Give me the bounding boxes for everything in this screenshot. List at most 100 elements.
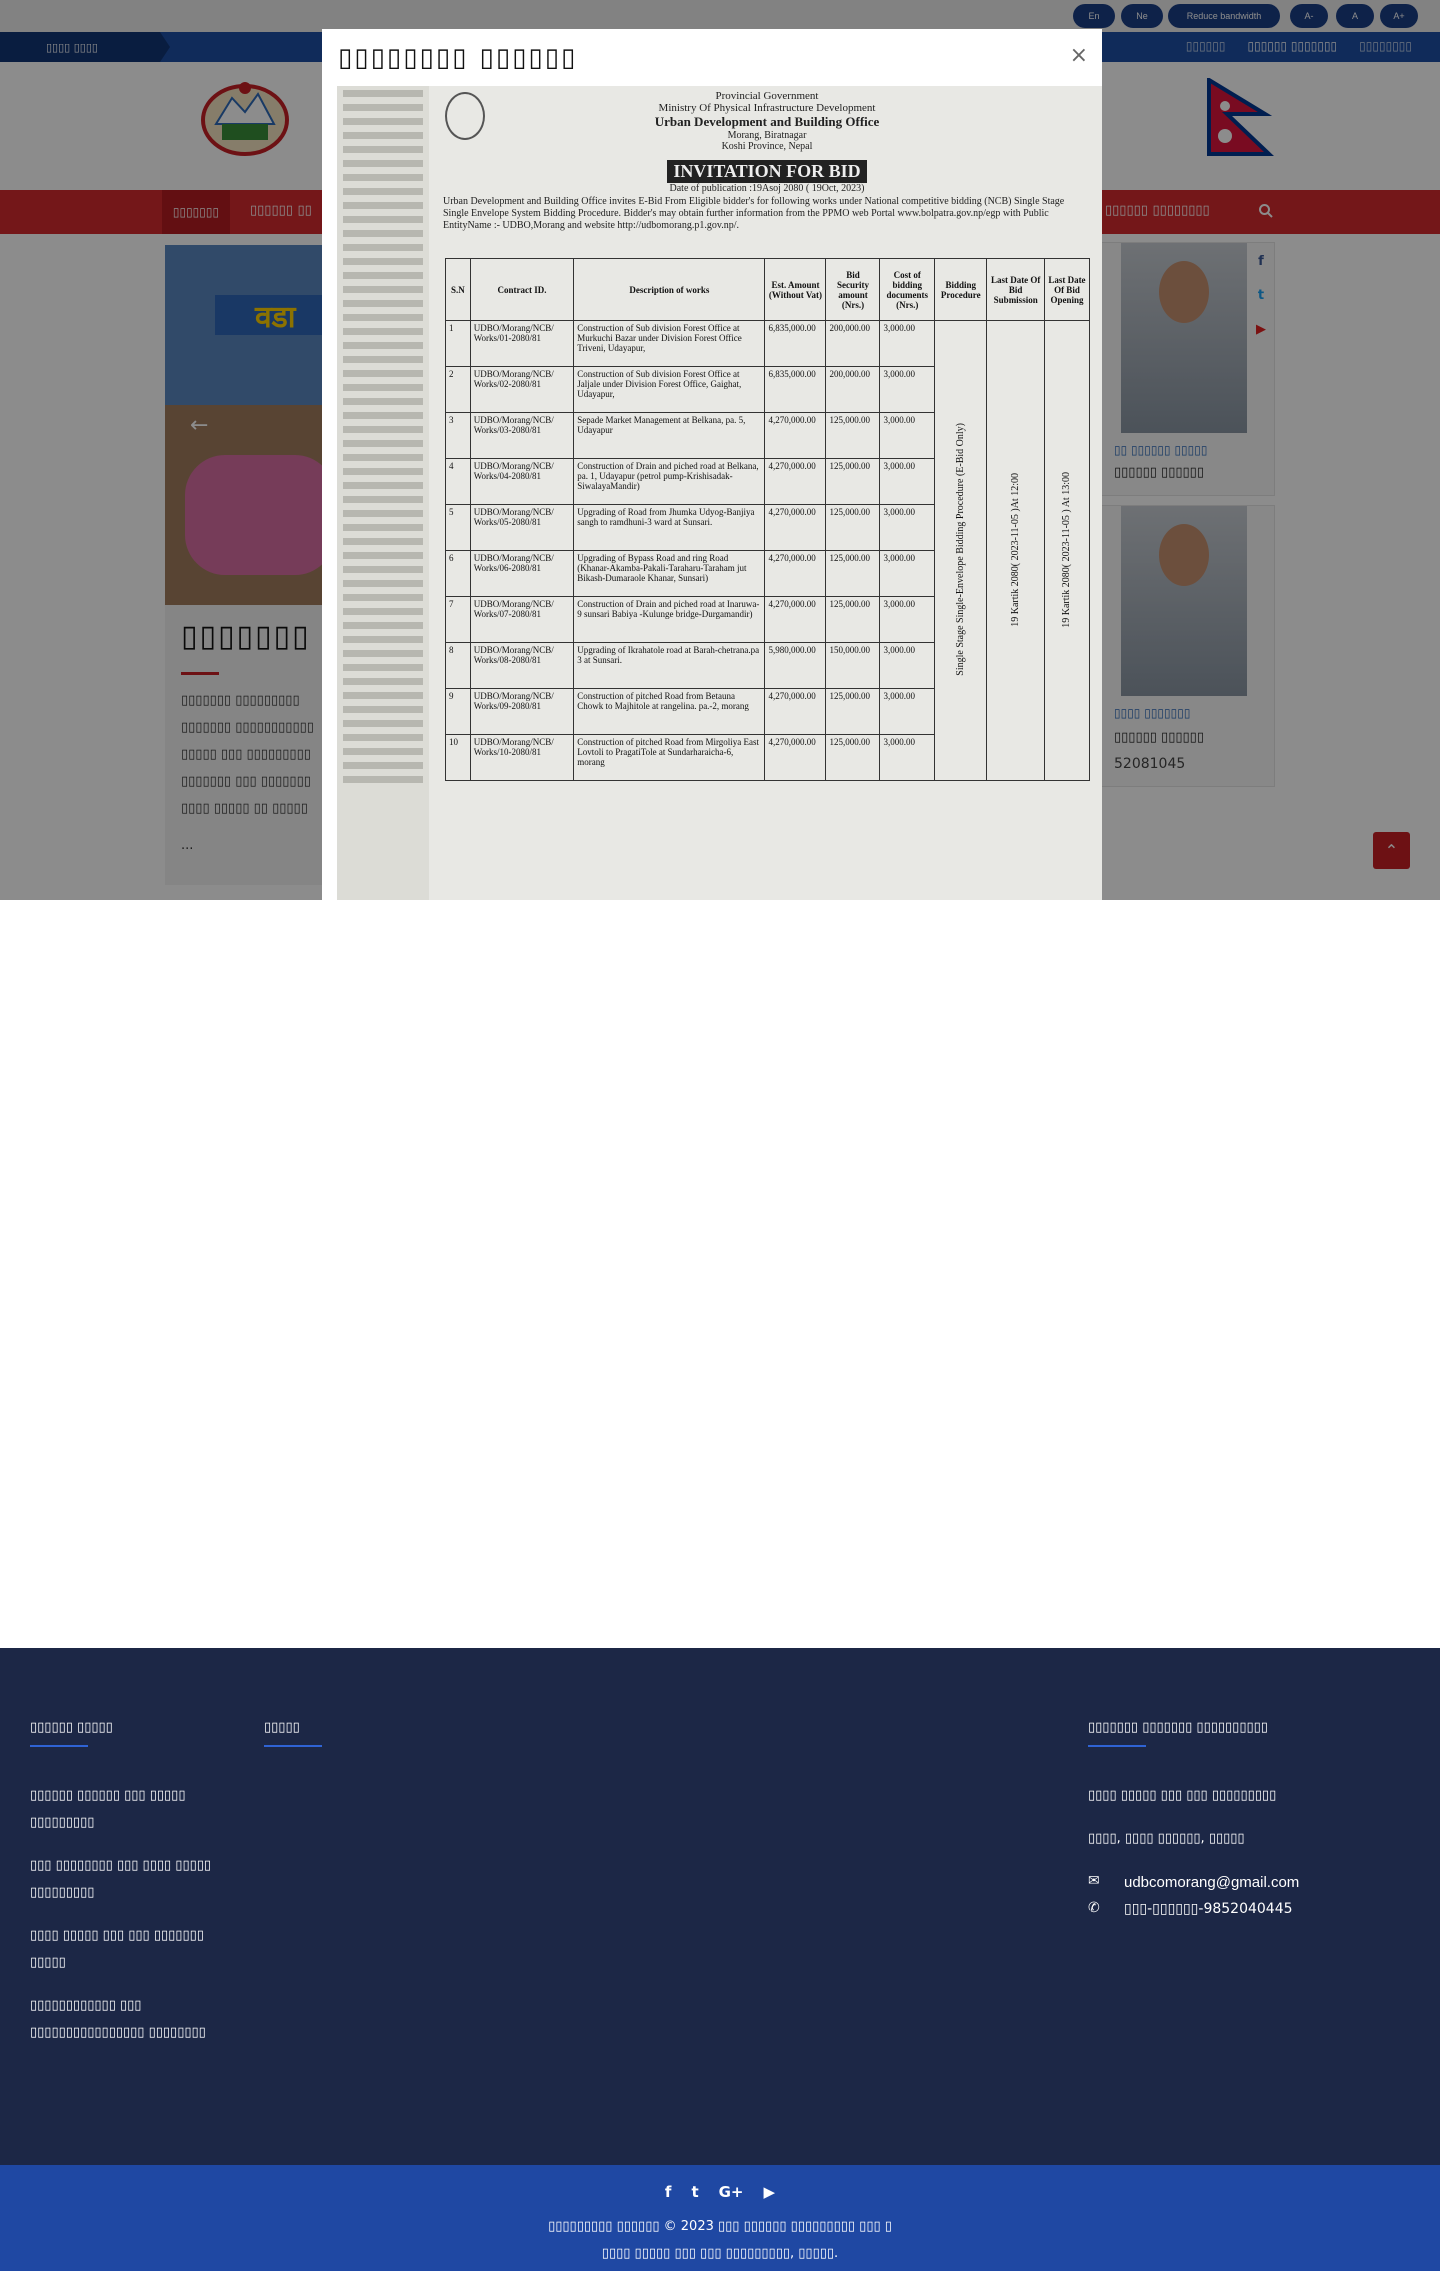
google-plus-icon[interactable]: G+ xyxy=(719,2183,744,2201)
table-cell: 3,000.00 xyxy=(879,550,935,597)
footer-link[interactable]: ▯▯▯▯ ▯▯▯▯▯ ▯▯▯ ▯▯▯ ▯▯▯▯▯▯▯ ▯▯▯▯▯ xyxy=(30,1922,240,1976)
facebook-icon[interactable]: f xyxy=(665,2183,672,2201)
table-cell: 3 xyxy=(445,412,471,459)
table-cell: Construction of Drain and piched road at… xyxy=(573,458,766,505)
vertical-text: Single Stage Single-Envelope Bidding Pro… xyxy=(955,423,967,676)
notice-image: Provincial Government Ministry Of Physic… xyxy=(337,86,1102,900)
notice-line: Koshi Province, Nepal xyxy=(721,141,813,152)
government-seal-icon xyxy=(445,92,485,140)
table-cell: Upgrading of Road from Jhumka Udyog-Banj… xyxy=(573,504,766,551)
footer-social: f t G+ ▶ xyxy=(0,2183,1440,2201)
table-cell: Upgrading of Bypass Road and ring Road (… xyxy=(573,550,766,597)
copyright-line: ▯▯▯▯▯▯▯▯▯ ▯▯▯▯▯▯ © 2023 ▯▯▯ ▯▯▯▯▯▯ ▯▯▯▯▯… xyxy=(548,2219,892,2234)
table-cell: 3,000.00 xyxy=(879,366,935,413)
notice-line: Ministry Of Physical Infrastructure Deve… xyxy=(658,102,876,114)
table-cell: 150,000.00 xyxy=(825,642,881,689)
table-cell: 125,000.00 xyxy=(825,688,881,735)
youtube-icon[interactable]: ▶ xyxy=(764,2183,776,2201)
table-cell: 125,000.00 xyxy=(825,550,881,597)
copyright-bar: f t G+ ▶ ▯▯▯▯▯▯▯▯▯ ▯▯▯▯▯▯ © 2023 ▯▯▯ ▯▯▯… xyxy=(0,2165,1440,2271)
office-name: ▯▯▯▯ ▯▯▯▯▯ ▯▯▯ ▯▯▯ ▯▯▯▯▯▯▯▯▯ xyxy=(1088,1788,1277,1803)
table-cell: 200,000.00 xyxy=(825,320,881,367)
office-address: ▯▯▯▯, ▯▯▯▯ ▯▯▯▯▯▯, ▯▯▯▯▯ xyxy=(1088,1831,1245,1846)
table-cell: 2 xyxy=(445,366,471,413)
table-cell: UDBO/Morang/NCB/ Works/05-2080/81 xyxy=(469,504,575,551)
publication-date: Date of publication :19Asoj 2080 ( 19Oct… xyxy=(669,183,865,194)
table-cell: 125,000.00 xyxy=(825,596,881,643)
table-cell: 3,000.00 xyxy=(879,504,935,551)
table-cell: 5 xyxy=(445,504,471,551)
table-cell: Sepade Market Management at Belkana, pa.… xyxy=(573,412,766,459)
table-cell: 200,000.00 xyxy=(825,366,881,413)
table-cell: 4 xyxy=(445,458,471,505)
copyright-text: ▯▯▯▯▯▯▯▯▯ ▯▯▯▯▯▯ © 2023 ▯▯▯ ▯▯▯▯▯▯ ▯▯▯▯▯… xyxy=(0,2213,1440,2267)
table-cell: Construction of Sub division Forest Offi… xyxy=(573,366,766,413)
table-header: Bid Security amount (Nrs.) xyxy=(825,258,881,321)
notice-paragraph: Urban Development and Building Office in… xyxy=(443,196,1065,231)
notice-heading: INVITATION FOR BID xyxy=(667,160,867,183)
table-cell: UDBO/Morang/NCB/ Works/09-2080/81 xyxy=(469,688,575,735)
table-cell: 3,000.00 xyxy=(879,320,935,367)
copyright-line: ▯▯▯▯ ▯▯▯▯▯ ▯▯▯ ▯▯▯ ▯▯▯▯▯▯▯▯▯, ▯▯▯▯▯. xyxy=(601,2246,839,2261)
table-cell: 1 xyxy=(445,320,471,367)
table-header: Bidding Procedure xyxy=(933,258,988,321)
close-icon[interactable]: × xyxy=(1070,43,1088,68)
notice-line: Morang, Biratnagar xyxy=(727,130,807,141)
table-cell: UDBO/Morang/NCB/ Works/06-2080/81 xyxy=(469,550,575,597)
divider xyxy=(1088,1745,1146,1747)
notice-header: Provincial Government Ministry Of Physic… xyxy=(437,90,1097,194)
footer-link[interactable]: ▯▯▯▯▯▯▯▯▯▯▯▯ ▯▯▯ ▯▯▯▯▯▯▯▯▯▯▯▯▯▯▯▯ ▯▯▯▯▯▯… xyxy=(30,1992,240,2046)
twitter-icon[interactable]: t xyxy=(691,2183,698,2201)
table-cell: UDBO/Morang/NCB/ Works/02-2080/81 xyxy=(469,366,575,413)
footer-link[interactable]: ▯▯▯▯▯▯ ▯▯▯▯▯▯ ▯▯▯ ▯▯▯▯▯ ▯▯▯▯▯▯▯▯▯ xyxy=(30,1782,240,1836)
table-cell: UDBO/Morang/NCB/ Works/07-2080/81 xyxy=(469,596,575,643)
table-cell: 9 xyxy=(445,688,471,735)
newspaper-column xyxy=(337,86,429,900)
table-cell: 6,835,000.00 xyxy=(764,366,827,413)
table-cell: 10 xyxy=(445,734,471,781)
table-cell: UDBO/Morang/NCB/ Works/08-2080/81 xyxy=(469,642,575,689)
modal-title: ▯▯▯▯▯▯▯▯ ▯▯▯▯▯▯ xyxy=(338,43,578,73)
footer-heading: ▯▯▯▯▯▯▯ ▯▯▯▯▯▯▯ ▯▯▯▯▯▯▯▯▯▯ xyxy=(1088,1720,1268,1735)
table-cell: 6,835,000.00 xyxy=(764,320,827,367)
table-cell: Construction of Sub division Forest Offi… xyxy=(573,320,766,367)
vertical-text: 19 Kartik 2080( 2023-11-05 )At 12:00 xyxy=(1010,472,1022,627)
table-cell: 6 xyxy=(445,550,471,597)
site-footer: ▯▯▯▯▯▯ ▯▯▯▯▯ ▯▯▯▯▯▯ ▯▯▯▯▯▯ ▯▯▯ ▯▯▯▯▯ ▯▯▯… xyxy=(0,1648,1440,2165)
table-header: Contract ID. xyxy=(469,258,575,321)
table-cell: 7 xyxy=(445,596,471,643)
table-header: Est. Amount (Without Vat) xyxy=(764,258,827,321)
table-cell: 4,270,000.00 xyxy=(764,688,827,735)
table-cell: 4,270,000.00 xyxy=(764,596,827,643)
table-cell: Upgrading of Ikrahatole road at Barah-ch… xyxy=(573,642,766,689)
bid-notice: Provincial Government Ministry Of Physic… xyxy=(437,86,1097,866)
table-cell: 125,000.00 xyxy=(825,734,881,781)
notice-line: Provincial Government xyxy=(715,90,819,102)
table-cell: 8 xyxy=(445,642,471,689)
table-row: 1 UDBO/Morang/NCB/ Works/01-2080/81 Constr… xyxy=(445,320,1091,781)
envelope-icon: ✉ xyxy=(1088,1873,1100,1889)
table-header: Last Date Of Bid Submission xyxy=(986,258,1045,321)
notice-line: Urban Development and Building Office xyxy=(654,114,880,129)
table-cell: 125,000.00 xyxy=(825,412,881,459)
table-cell: Construction of pitched Road from Betaun… xyxy=(573,688,766,735)
table-header: S.N xyxy=(445,258,471,321)
office-email[interactable]: udbcomorang@gmail.com xyxy=(1124,1874,1299,1891)
divider xyxy=(30,1745,88,1747)
table-cell: 125,000.00 xyxy=(825,458,881,505)
table-cell: 3,000.00 xyxy=(879,412,935,459)
footer-link[interactable]: ▯▯▯ ▯▯▯▯▯▯▯▯ ▯▯▯ ▯▯▯▯ ▯▯▯▯▯ ▯▯▯▯▯▯▯▯▯ xyxy=(30,1852,240,1906)
table-cell: Construction of Drain and piched road at… xyxy=(573,596,766,643)
table-header: Last Date Of Bid Opening xyxy=(1043,258,1091,321)
table-cell: 3,000.00 xyxy=(879,596,935,643)
table-header: Cost of bidding documents (Nrs.) xyxy=(879,258,935,321)
table-cell: Construction of pitched Road from Mirgol… xyxy=(573,734,766,781)
table-cell: 3,000.00 xyxy=(879,688,935,735)
table-cell: UDBO/Morang/NCB/ Works/03-2080/81 xyxy=(469,412,575,459)
table-cell: 3,000.00 xyxy=(879,458,935,505)
table-cell: UDBO/Morang/NCB/ Works/04-2080/81 xyxy=(469,458,575,505)
table-cell: 3,000.00 xyxy=(879,734,935,781)
phone-icon: ✆ xyxy=(1088,1900,1100,1916)
table-cell: 4,270,000.00 xyxy=(764,504,827,551)
footer-heading: ▯▯▯▯▯▯ ▯▯▯▯▯ xyxy=(30,1720,113,1735)
